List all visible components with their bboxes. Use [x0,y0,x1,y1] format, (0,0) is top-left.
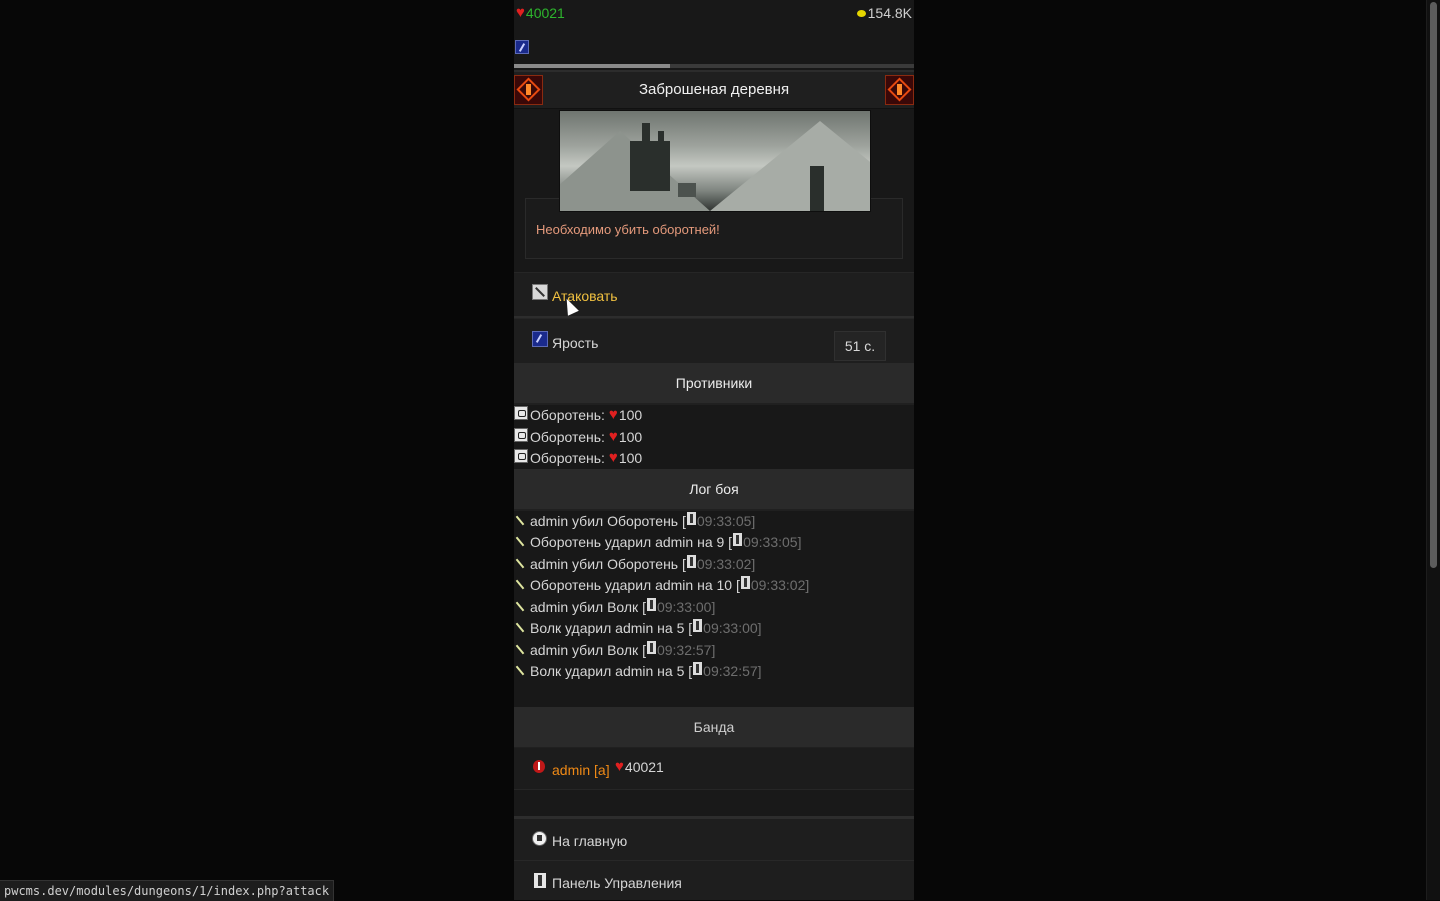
log-time: 09:33:00] [656,599,716,615]
top-stats-bar: ♥ 40021 154.8K [514,0,914,28]
enemies-heading: Противники [514,363,914,405]
player-hp-value: 40021 [525,5,565,21]
enemy-name: Оборотень: [530,407,605,423]
enemy-row: Оборотень: ♥ 100 [514,405,642,425]
nav-home-label[interactable]: На главную [552,833,627,849]
log-entry: admin убил Оборотень [ 09:33:05] [514,511,755,531]
heart-icon: ♥ [516,4,525,21]
log-sword-icon [514,557,526,569]
hourglass-icon [646,640,656,654]
log-time: 09:33:05] [696,513,756,529]
hourglass-icon [646,597,656,611]
experience-progress-bar [514,62,914,68]
log-time: 09:33:02] [696,556,756,572]
log-sword-icon [514,664,526,676]
log-text: Волк ударил admin на 5 [ [530,663,693,679]
log-entry: admin убил Волк [ 09:32:57] [514,640,715,660]
heart-icon: ♥ [615,758,624,775]
log-text: Волк ударил admin на 5 [ [530,620,693,636]
enemy-hp: 100 [618,450,643,466]
log-entry: Волк ударил admin на 5 [ 09:32:57] [514,661,762,681]
log-sword-icon [514,578,526,590]
log-entry: Оборотень ударил admin на 10 [ 09:33:02] [514,575,809,595]
page-scrollbar[interactable] [1426,0,1440,900]
log-text: admin убил Волк [ [530,599,646,615]
hourglass-icon [733,532,743,546]
page-scrollbar-thumb[interactable] [1430,2,1437,568]
quest-text: Необходимо убить оборотней! [536,222,720,237]
location-title: Заброшеная деревня [638,81,790,98]
player-gold-value: 154.8K [867,5,912,21]
log-time: 09:32:57] [703,663,762,679]
location-title-bar: Заброшеная деревня [514,70,914,109]
enemy-hp: 100 [618,429,643,445]
hourglass-icon [740,575,750,589]
enemy-hp: 100 [618,407,643,423]
section-divider [514,790,914,819]
hourglass-icon [693,661,703,675]
log-text: admin убил Оборотень [ [530,556,686,572]
emblem-right-icon [885,75,914,105]
gang-member-link[interactable]: admin [a] [552,762,610,778]
log-time: 09:33:02] [750,577,810,593]
heart-icon: ♥ [608,428,618,445]
sword-icon [532,284,548,300]
player-hp: ♥ 40021 [516,5,565,21]
log-time: 09:33:00] [703,620,762,636]
link-status-bar: pwcms.dev/modules/dungeons/1/index.php?a… [0,880,335,901]
location-image [559,110,871,212]
enemy-row: Оборотень: ♥ 100 [514,448,642,468]
werewolf-icon [514,449,528,463]
log-text: Оборотень ударил admin на 10 [ [530,577,740,593]
experience-progress-fill [514,64,670,68]
log-text: admin убил Волк [ [530,642,646,658]
alert-icon [533,760,545,773]
log-entry: admin убил Волк [ 09:33:00] [514,597,715,617]
hourglass-icon [693,618,703,632]
player-gold: 154.8K [856,5,912,21]
enemy-row: Оборотень: ♥ 100 [514,427,642,447]
active-effects-row [514,28,914,62]
log-text: Оборотень ударил admin на 9 [ [530,534,733,550]
log-entry: Оборотень ударил admin на 9 [ 09:33:05] [514,532,801,552]
log-entry: admin убил Оборотень [ 09:33:02] [514,554,755,574]
enemy-name: Оборотень: [530,429,605,445]
fury-effect-icon[interactable] [515,40,529,54]
nav-home[interactable]: На главную [514,819,914,861]
heart-icon: ♥ [608,406,618,423]
log-time: 09:33:05] [743,534,802,550]
nav-control-panel-label[interactable]: Панель Управления [552,875,682,891]
werewolf-icon [514,428,528,442]
log-text: admin убил Оборотень [ [530,513,686,529]
log-sword-icon [514,600,526,612]
enemy-name: Оборотень: [530,450,605,466]
control-panel-icon [534,873,546,888]
battle-log-heading: Лог боя [514,469,914,511]
log-sword-icon [514,643,526,655]
log-sword-icon [514,621,526,633]
fury-action[interactable]: Ярость 51 с. [514,318,914,364]
log-sword-icon [514,514,526,526]
log-time: 09:32:57] [656,642,716,658]
heart-icon: ♥ [608,449,618,466]
hourglass-icon [686,554,696,568]
gang-heading: Банда [514,707,914,749]
location-description: Необходимо убить оборотней! [514,109,914,261]
fury-cooldown-timer: 51 с. [834,331,886,361]
gang-member-row: admin [a] ♥ 40021 [514,748,914,790]
werewolf-icon [514,406,528,420]
gang-member-hp-value: 40021 [624,759,664,775]
fury-icon [532,331,548,347]
gang-member-hp: ♥ 40021 [615,759,664,775]
home-icon [532,831,547,846]
coin-icon [856,9,866,17]
game-column: ♥ 40021 154.8K Заброшеная деревня Необхо… [514,0,914,900]
hourglass-icon [686,511,696,525]
nav-control-panel[interactable]: Панель Управления [514,861,914,900]
fury-link[interactable]: Ярость [552,335,598,351]
log-entry: Волк ударил admin на 5 [ 09:33:00] [514,618,762,638]
log-sword-icon [514,535,526,547]
